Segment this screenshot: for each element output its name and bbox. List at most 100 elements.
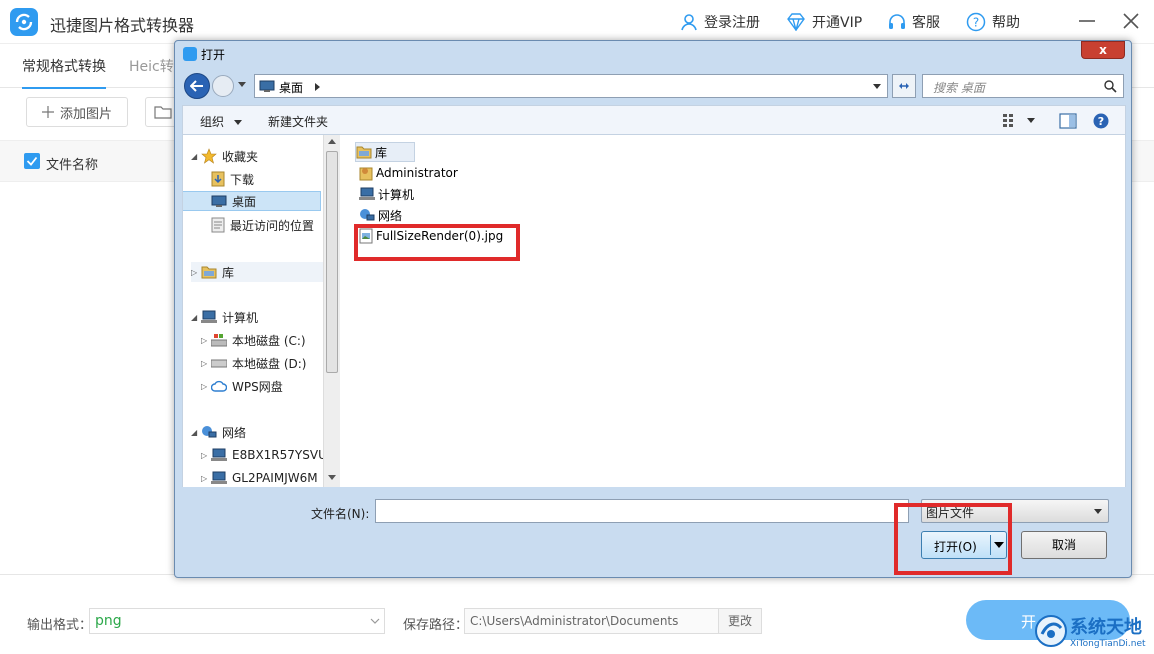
- tree-favorites[interactable]: ◢ 收藏夹: [191, 146, 258, 166]
- computer-icon: [359, 187, 375, 200]
- service-label: 客服: [912, 15, 940, 31]
- tree-label: WPS网盘: [232, 379, 283, 394]
- minimize-icon[interactable]: [1076, 10, 1098, 32]
- network-computer-icon: [211, 471, 227, 484]
- search-icon: [1104, 80, 1117, 93]
- close-icon[interactable]: [1120, 10, 1142, 32]
- expand-triangle-icon: ▷: [201, 473, 208, 483]
- dialog-app-icon: [183, 47, 197, 61]
- organize-menu[interactable]: 组织: [200, 113, 242, 130]
- chevron-down-icon: [370, 618, 380, 624]
- search-box[interactable]: 搜索 桌面: [922, 74, 1124, 98]
- cancel-button[interactable]: 取消: [1021, 531, 1107, 559]
- login-button[interactable]: 登录注册: [680, 12, 760, 32]
- new-folder-button[interactable]: 新建文件夹: [268, 113, 328, 130]
- tree-drive-d[interactable]: ▷ 本地磁盘 (D:): [201, 353, 306, 373]
- network-icon: [202, 426, 217, 438]
- tree-label: 下载: [230, 172, 255, 187]
- address-dropdown-icon[interactable]: [873, 84, 881, 90]
- svg-text:?: ?: [1098, 115, 1104, 128]
- scroll-down-icon: [328, 475, 336, 480]
- folder-icon: [154, 106, 172, 119]
- view-options-icon[interactable]: [1003, 113, 1037, 127]
- search-placeholder: 搜索 桌面: [933, 81, 985, 95]
- collapse-triangle-icon: ◢: [191, 427, 198, 437]
- dialog-command-bar: 组织 新建文件夹 ?: [182, 105, 1126, 135]
- tree-libraries[interactable]: ▷ 库: [191, 262, 330, 282]
- file-item-network[interactable]: 网络: [359, 205, 402, 225]
- file-name-column-header: 文件名称: [46, 158, 99, 173]
- tree-network[interactable]: ◢ 网络: [191, 422, 246, 442]
- tree-network-pc[interactable]: ▷ GL2PAIMJW6M: [201, 468, 318, 487]
- plus-icon: [41, 106, 54, 118]
- file-list-pane: 库 Administrator 计算机 网络 FullSizeRender(0)…: [340, 135, 1126, 487]
- chevron-down-icon: [1094, 509, 1102, 514]
- help-label: 帮助: [992, 15, 1020, 31]
- breadcrumb-chevron-icon: [315, 83, 320, 91]
- save-path-field[interactable]: C:\Users\Administrator\Documents: [464, 608, 719, 634]
- tree-network-pc[interactable]: ▷ E8BX1R57YSVU: [201, 445, 327, 465]
- desktop-icon: [211, 195, 227, 207]
- tree-label: 库: [222, 265, 235, 280]
- tree-wps-cloud[interactable]: ▷ WPS网盘: [201, 376, 283, 396]
- tree-label: 网络: [222, 425, 247, 440]
- collapse-triangle-icon: ◢: [191, 312, 198, 322]
- file-name: 库: [375, 145, 388, 160]
- downloads-folder-icon: [211, 171, 225, 187]
- history-dropdown-icon[interactable]: [238, 82, 246, 88]
- chevron-down-icon: [233, 119, 242, 125]
- help-button[interactable]: ? 帮助: [966, 12, 1020, 32]
- watermark-text: 系统天地: [1070, 617, 1142, 638]
- dialog-title: 打开: [201, 48, 226, 62]
- network-computer-icon: [211, 448, 227, 461]
- desktop-icon: [259, 80, 275, 92]
- highlight-box-file: [354, 224, 520, 261]
- address-bar[interactable]: 桌面: [254, 74, 888, 98]
- expand-triangle-icon: ▷: [201, 358, 208, 368]
- change-path-button[interactable]: 更改: [718, 608, 762, 634]
- cloud-icon: [211, 380, 227, 392]
- back-button[interactable]: [184, 73, 210, 99]
- file-name: 计算机: [378, 187, 415, 202]
- tree-label: 最近访问的位置: [230, 218, 315, 233]
- select-all-checkbox[interactable]: [24, 153, 40, 169]
- tree-desktop[interactable]: 桌面: [183, 191, 321, 211]
- computer-icon: [201, 310, 217, 323]
- vip-button[interactable]: 开通VIP: [786, 12, 862, 32]
- output-format-value: png: [95, 613, 122, 629]
- diamond-icon: [787, 13, 805, 31]
- file-item-user-folder[interactable]: Administrator: [359, 163, 458, 183]
- file-item-library[interactable]: 库: [355, 142, 415, 162]
- library-icon: [356, 146, 372, 159]
- refresh-button[interactable]: [892, 74, 916, 98]
- tree-recent[interactable]: 最近访问的位置: [211, 215, 314, 235]
- output-format-label: 输出格式：: [27, 618, 93, 633]
- tree-drive-c[interactable]: ▷ 本地磁盘 (C:): [201, 330, 306, 350]
- navigation-scrollbar[interactable]: [323, 135, 340, 487]
- tab-heic-convert[interactable]: Heic转: [129, 56, 174, 76]
- preview-pane-icon[interactable]: [1059, 113, 1077, 129]
- forward-button[interactable]: [212, 75, 234, 97]
- svg-text:?: ?: [973, 16, 979, 30]
- file-item-computer[interactable]: 计算机: [359, 184, 414, 204]
- tree-label: 本地磁盘 (D:): [232, 356, 307, 371]
- vip-label: 开通VIP: [812, 15, 863, 31]
- network-icon: [360, 209, 375, 221]
- file-name: 网络: [378, 208, 403, 223]
- help-icon[interactable]: ?: [1093, 113, 1109, 129]
- organize-label: 组织: [200, 115, 225, 129]
- tree-downloads[interactable]: 下载: [211, 169, 254, 189]
- library-icon: [201, 266, 217, 279]
- output-format-select[interactable]: png: [89, 608, 385, 634]
- dialog-close-button[interactable]: x: [1081, 41, 1125, 59]
- tab-general-convert[interactable]: 常规格式转换: [22, 56, 106, 89]
- service-button[interactable]: 客服: [888, 12, 940, 32]
- filename-input[interactable]: [375, 499, 909, 523]
- back-arrow-icon: [190, 80, 203, 92]
- scroll-thumb[interactable]: [326, 151, 338, 373]
- system-drive-icon: [211, 334, 227, 347]
- tree-computer[interactable]: ◢ 计算机: [191, 307, 258, 327]
- highlight-box-open: [894, 503, 1012, 575]
- file-name: Administrator: [376, 166, 458, 180]
- add-image-button[interactable]: 添加图片: [26, 97, 128, 127]
